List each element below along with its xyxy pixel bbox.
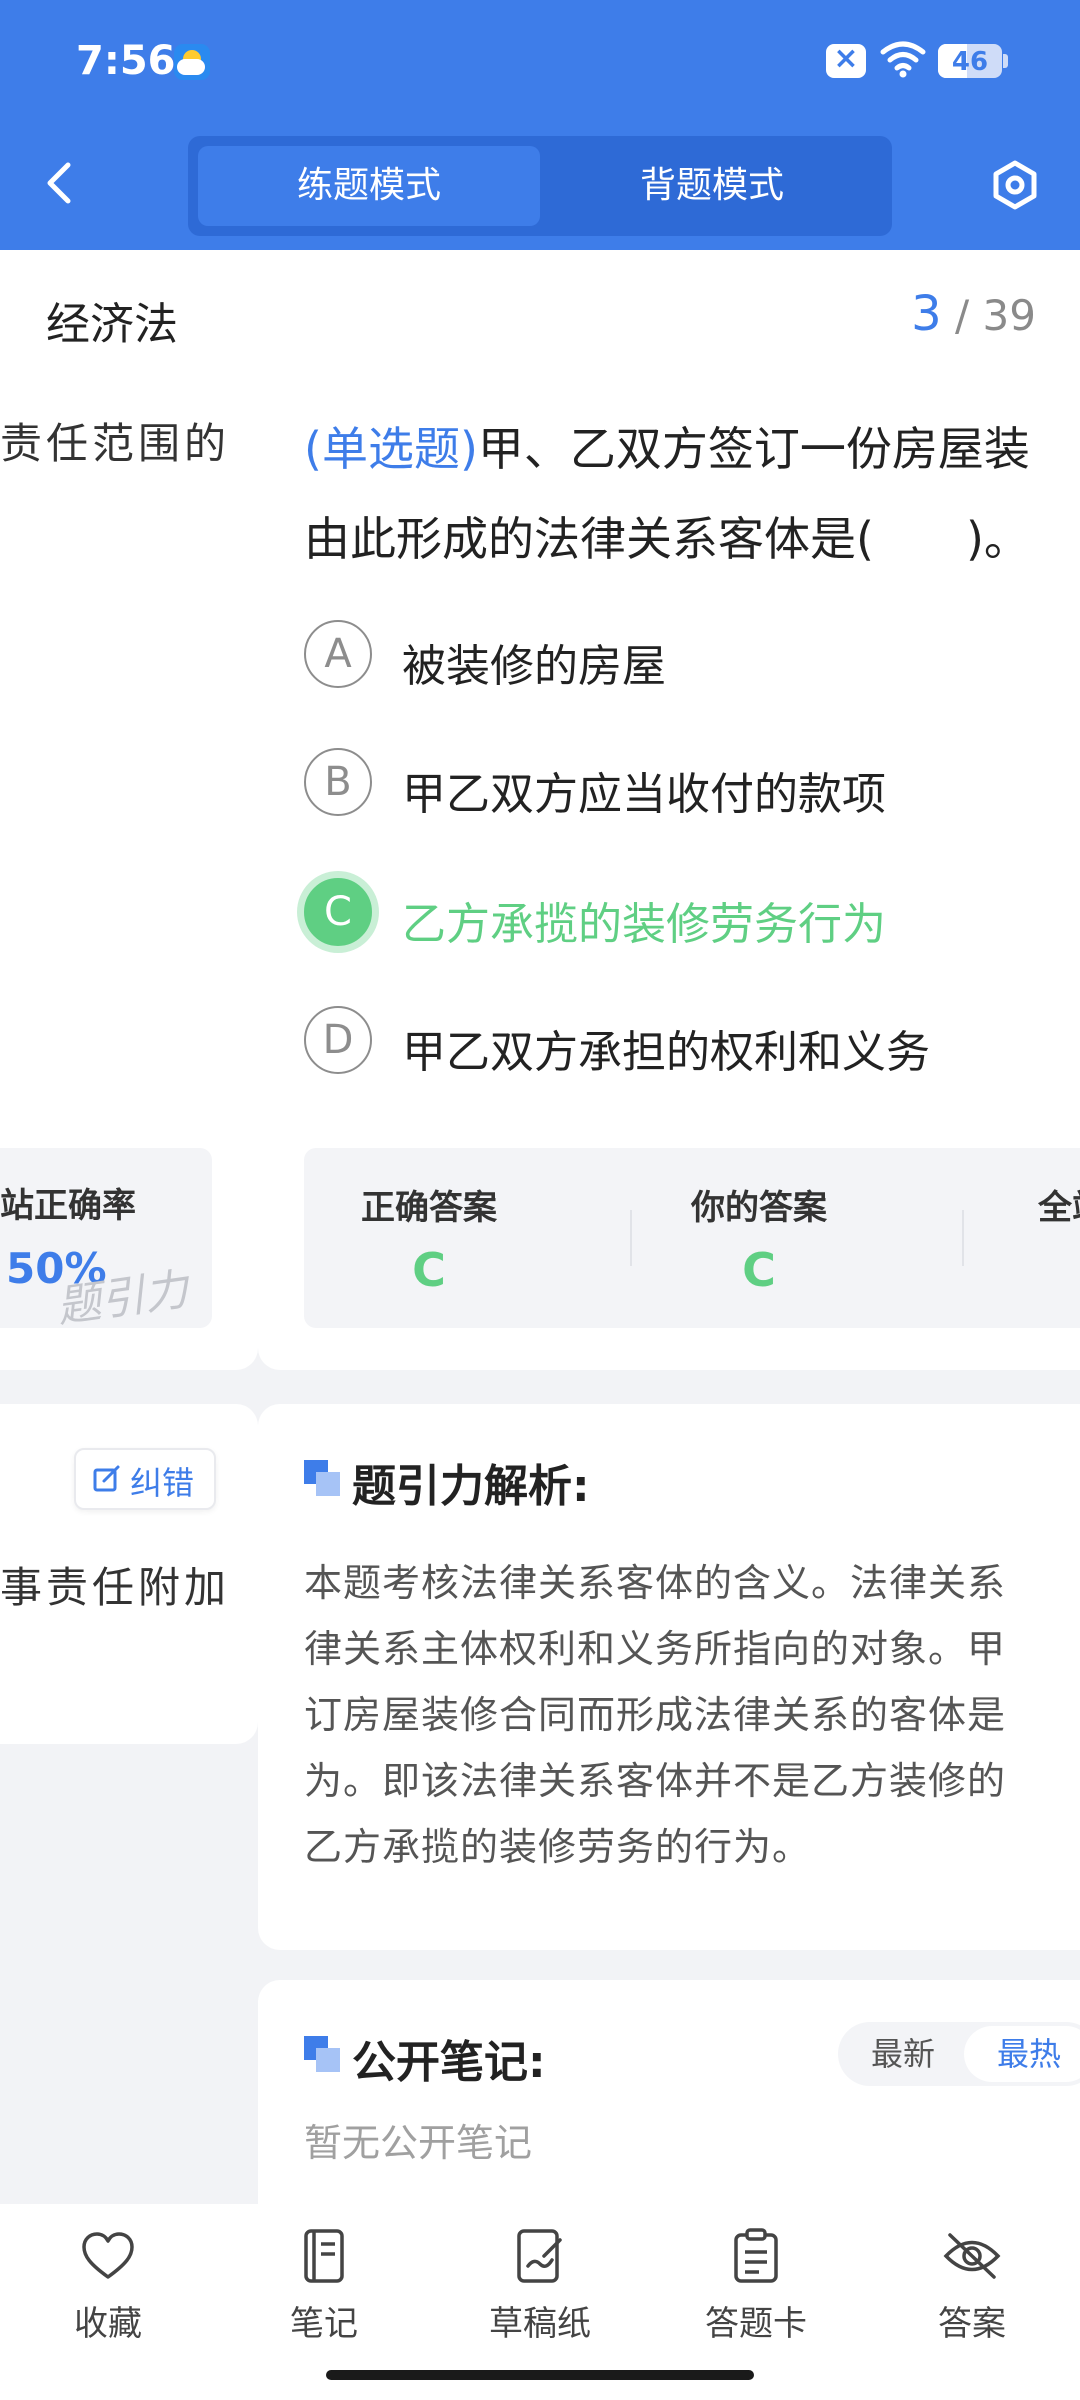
- divider: [630, 1210, 632, 1266]
- option-text: 甲乙双方应当收付的款项: [402, 769, 886, 820]
- notes-label: 笔记: [290, 2304, 358, 2344]
- weather-icon: [174, 44, 210, 80]
- question-line-2: 由此形成的法律关系客体是( )。: [304, 512, 1030, 566]
- edit-icon: [93, 1465, 120, 1492]
- question-type-label: (单选题): [304, 422, 478, 476]
- correct-answer-value: C: [412, 1243, 446, 1297]
- notebook-icon: [304, 2229, 344, 2283]
- back-icon[interactable]: [40, 160, 80, 206]
- option-key: B: [304, 748, 372, 816]
- question-counter: 3 / 39: [911, 286, 1036, 342]
- current-question-number: 3: [911, 286, 942, 342]
- analysis-line: 本题考核法律关系客体的含义。法律关系: [304, 1561, 1007, 1605]
- section-icon: [304, 1460, 340, 1496]
- battery-tip: [1003, 54, 1008, 68]
- your-answer-value: C: [742, 1243, 776, 1297]
- wifi-icon: [880, 41, 926, 78]
- battery-percent: 46: [951, 47, 989, 77]
- option-text: 被装修的房屋: [402, 641, 666, 692]
- correct-answer-label: 正确答案: [361, 1188, 497, 1228]
- section-icon: [304, 2036, 340, 2072]
- notes-sort-toggle: 最新 最热: [838, 2022, 1080, 2086]
- sort-latest-button[interactable]: 最新: [838, 2022, 968, 2086]
- counter-separator: /: [955, 291, 970, 340]
- option-d[interactable]: D 甲乙双方承担的权利和义务: [300, 998, 1080, 1088]
- option-key: C: [304, 878, 372, 946]
- option-key: A: [304, 620, 372, 688]
- analysis-title: 题引力解析:: [352, 1461, 590, 1512]
- previous-question-text: 责任范围的: [0, 419, 231, 468]
- draft-paper-button[interactable]: 草稿纸: [450, 2226, 630, 2345]
- sim-off-icon: ×: [826, 41, 866, 78]
- site-accuracy-label: 站正确率: [0, 1186, 136, 1226]
- total-questions: 39: [982, 291, 1036, 340]
- your-answer: 你的答案 C: [634, 1180, 884, 1297]
- option-key: D: [304, 1006, 372, 1074]
- heart-icon: [82, 2232, 134, 2279]
- favorite-button[interactable]: 收藏: [18, 2226, 198, 2345]
- analysis-line: 为。即该法律关系客体并不是乙方装修的: [304, 1759, 1007, 1803]
- tab-practice-mode[interactable]: 练题模式: [198, 146, 540, 226]
- answer-sheet-button[interactable]: 答题卡: [666, 2226, 846, 2345]
- report-error-button[interactable]: 纠错: [74, 1448, 216, 1510]
- draft-paper-label: 草稿纸: [489, 2304, 591, 2344]
- sort-hottest-button[interactable]: 最热: [964, 2026, 1080, 2082]
- report-error-label: 纠错: [130, 1464, 195, 1502]
- option-a[interactable]: A 被装修的房屋: [300, 612, 1080, 702]
- no-notes-text: 暂无公开笔记: [304, 2121, 533, 2165]
- answer-sheet-label: 答题卡: [705, 2304, 807, 2344]
- site-stat-label: 全站: [1038, 1188, 1080, 1228]
- draft-paper-icon: [517, 2229, 562, 2283]
- favorite-label: 收藏: [74, 2304, 142, 2344]
- your-answer-label: 你的答案: [691, 1188, 827, 1228]
- correct-answer: 正确答案 C: [304, 1180, 554, 1297]
- home-indicator[interactable]: [326, 2370, 754, 2380]
- analysis-line: 订房屋装修合同而形成法律关系的客体是: [304, 1693, 1007, 1737]
- answer-sheet-icon: [734, 2228, 778, 2283]
- eye-off-icon: [943, 2233, 1001, 2279]
- tab-recite-mode[interactable]: 背题模式: [548, 146, 876, 226]
- divider: [962, 1210, 964, 1266]
- toggle-answer-label: 答案: [938, 2304, 1006, 2344]
- option-b[interactable]: B 甲乙双方应当收付的款项: [300, 740, 1080, 830]
- public-notes-title: 公开笔记:: [352, 2037, 546, 2088]
- subject-title: 经济法: [46, 299, 178, 350]
- question-line-1: 甲、乙双方签订一份房屋装: [477, 422, 1030, 476]
- notes-button[interactable]: 笔记: [234, 2226, 414, 2345]
- status-time: 7:56: [76, 38, 176, 84]
- answer-summary: 正确答案 C 你的答案 C 全站: [304, 1148, 1080, 1328]
- toggle-answer-button[interactable]: 答案: [882, 2226, 1062, 2345]
- analysis-line: 律关系主体权利和义务所指向的对象。甲: [304, 1627, 1007, 1671]
- option-c[interactable]: C 乙方承揽的装修劳务行为: [300, 870, 1080, 960]
- analysis-line: 乙方承揽的装修劳务的行为。: [304, 1825, 812, 1869]
- previous-analysis-text: 事责任附加: [0, 1563, 231, 1612]
- battery-icon: 46: [938, 44, 1002, 78]
- option-text: 甲乙双方承担的权利和义务: [402, 1027, 930, 1078]
- settings-icon[interactable]: [990, 160, 1040, 210]
- analysis-text: 本题考核法律关系客体的含义。法律关系 律关系主体权利和义务所指向的对象。甲 订房…: [304, 1550, 1080, 1880]
- option-text: 乙方承揽的装修劳务行为: [402, 899, 886, 950]
- question-stem: (单选题)甲、乙双方签订一份房屋装 由此形成的法律关系客体是( )。: [304, 404, 1080, 584]
